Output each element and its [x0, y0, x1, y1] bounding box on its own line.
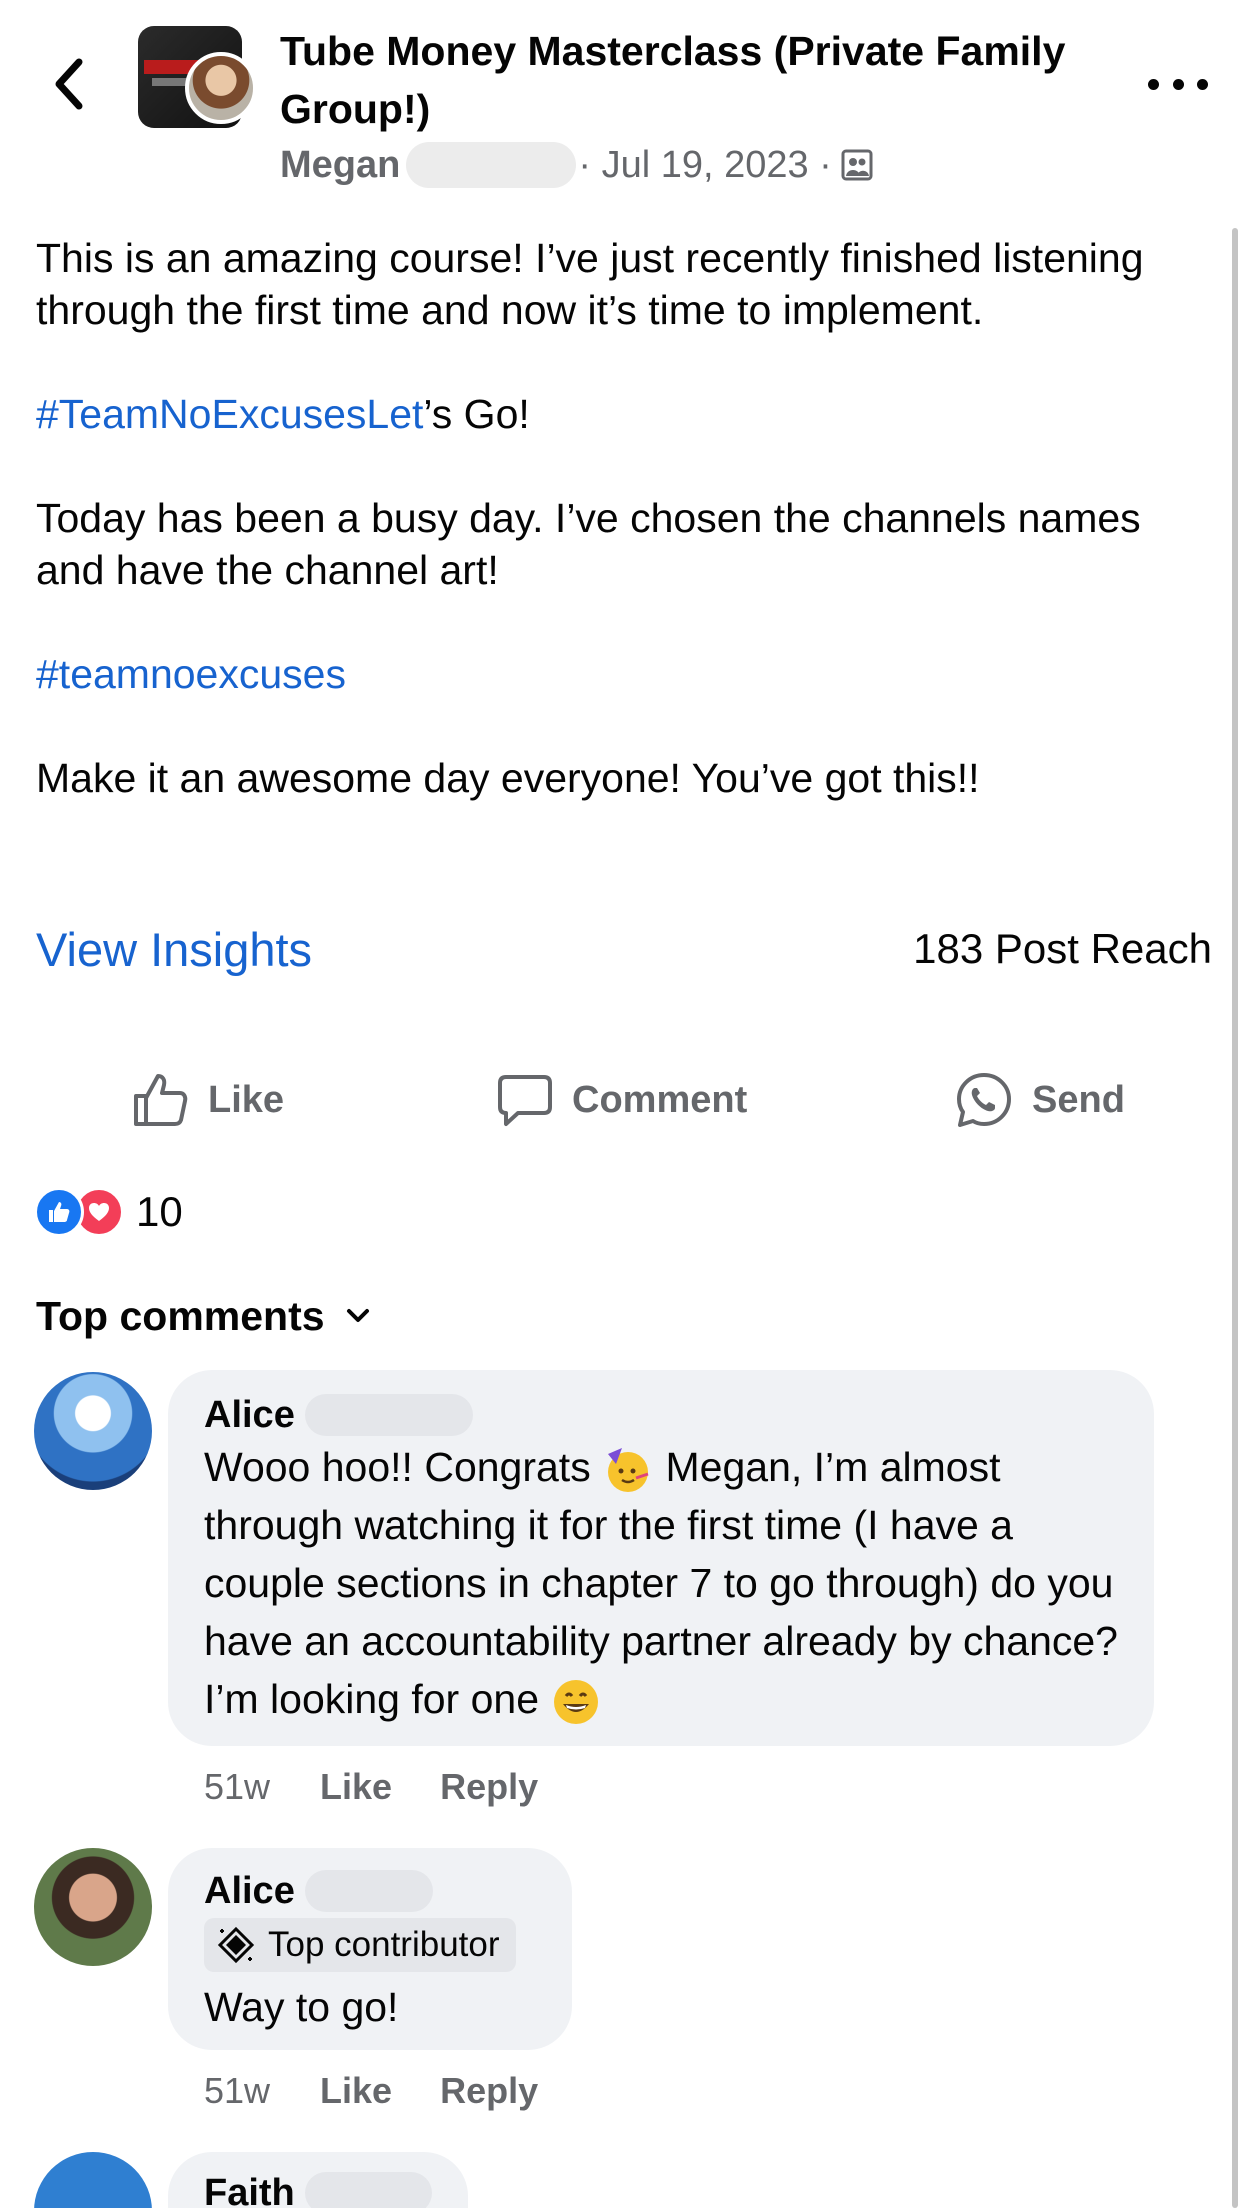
whatsapp-icon: [957, 1073, 1011, 1127]
comment-text-fragment: Wooo hoo!! Congrats: [204, 1444, 591, 1490]
post-paragraph: Make it an awesome day everyone! You’ve …: [36, 755, 980, 801]
commenter-name[interactable]: Alice: [204, 1870, 295, 1913]
commenter-avatar[interactable]: [34, 1372, 152, 1490]
comment-time[interactable]: 51w: [204, 1766, 270, 1808]
badge-label: Top contributor: [268, 1925, 500, 1964]
redacted-name: [304, 2172, 432, 2208]
send-button[interactable]: Send: [954, 1060, 1125, 1140]
comment-meta: 51w Like Reply: [204, 1762, 586, 1812]
comment-bubble[interactable]: Alice Wooo hoo!! Congrats Megan, I’m alm…: [168, 1370, 1154, 1746]
like-reaction-icon: [34, 1187, 84, 1237]
send-label: Send: [1032, 1078, 1125, 1121]
post-header: Tube Money Masterclass (Private Family G…: [0, 0, 1242, 200]
comment-text: Wooo hoo!! Congrats Megan, I’m almost th…: [204, 1438, 1118, 1728]
top-contributor-badge[interactable]: Top contributor: [204, 1918, 516, 1972]
thumbs-up-icon: [134, 1074, 188, 1126]
post-date[interactable]: · Jul 19, 2023 ·: [578, 144, 831, 187]
commenter-name[interactable]: Faith: [204, 2172, 295, 2208]
more-horizontal-icon: [1148, 78, 1159, 90]
hashtag-link[interactable]: #TeamNoExcusesLet: [36, 391, 423, 437]
like-button[interactable]: Like: [130, 1060, 284, 1140]
post-meta: Megan · Jul 19, 2023 ·: [280, 140, 874, 190]
more-options-button[interactable]: [1148, 62, 1208, 106]
comment-text: Way to go!: [204, 1984, 399, 2030]
comment-bubble[interactable]: Faith: [168, 2152, 468, 2208]
reactions-summary[interactable]: 10: [34, 1186, 183, 1238]
comment-like-button[interactable]: Like: [320, 1766, 392, 1808]
view-insights-link[interactable]: View Insights: [36, 922, 312, 977]
commenter-avatar[interactable]: [34, 2152, 152, 2208]
commenter-name-row: Alice: [204, 1868, 536, 1914]
commenter-name-row: Alice: [204, 1392, 1118, 1438]
comment-meta: 51w Like Reply: [204, 2066, 586, 2116]
comment-icon: [498, 1075, 552, 1126]
scrollbar[interactable]: [1232, 228, 1238, 2208]
chevron-down-icon: [346, 1309, 369, 1322]
like-label: Like: [208, 1078, 285, 1121]
comment-reply-button[interactable]: Reply: [440, 2070, 538, 2112]
more-dot: [1197, 78, 1208, 90]
commenter-name-row: Faith: [204, 2170, 432, 2208]
redacted-name: [304, 1394, 473, 1436]
partying-face-emoji-icon: [608, 1448, 649, 1493]
comment-reply-button[interactable]: Reply: [440, 1766, 538, 1808]
chevron-left-icon: [55, 58, 83, 110]
more-dot: [1172, 78, 1184, 90]
post-paragraph: #TeamNoExcusesLet’s Go!: [36, 388, 1206, 440]
hashtag-link[interactable]: #teamnoexcuses: [36, 651, 346, 697]
redacted-name: [304, 1870, 433, 1912]
top-comments-dropdown[interactable]: Top comments: [36, 1286, 371, 1346]
post-reach: 183 Post Reach: [913, 925, 1212, 972]
comment-button[interactable]: Comment: [496, 1060, 747, 1140]
commenter-name[interactable]: Alice: [204, 1394, 295, 1437]
insights-row: View Insights 183 Post Reach: [36, 914, 1212, 984]
post-paragraph: This is an amazing course! I’ve just rec…: [36, 235, 1144, 333]
group-title[interactable]: Tube Money Masterclass (Private Family G…: [280, 22, 1100, 138]
post-paragraph: Today has been a busy day. I’ve chosen t…: [36, 495, 1141, 593]
post-text-fragment: ’s Go!: [423, 391, 530, 437]
diamond-badge-icon: [217, 1926, 255, 1964]
author-avatar[interactable]: [185, 52, 257, 124]
grinning-face-emoji-icon: [554, 1680, 599, 1725]
author-name[interactable]: Megan: [280, 144, 400, 187]
comment-bubble[interactable]: Alice Top contributor Way to go!: [168, 1848, 572, 2050]
back-button[interactable]: [38, 52, 98, 116]
group-audience-icon: [841, 149, 873, 181]
post-text: This is an amazing course! I’ve just rec…: [36, 232, 1206, 804]
commenter-avatar[interactable]: [34, 1848, 152, 1966]
post-paragraph: #teamnoexcuses: [36, 648, 1206, 700]
redacted-name: [406, 142, 577, 188]
comment-like-button[interactable]: Like: [320, 2070, 392, 2112]
top-comments-label: Top comments: [36, 1292, 325, 1339]
reaction-count: 10: [136, 1188, 183, 1235]
comment-label: Comment: [572, 1078, 748, 1121]
comment-time[interactable]: 51w: [204, 2070, 270, 2112]
post-actions: Like Comment Send: [0, 1060, 1242, 1140]
